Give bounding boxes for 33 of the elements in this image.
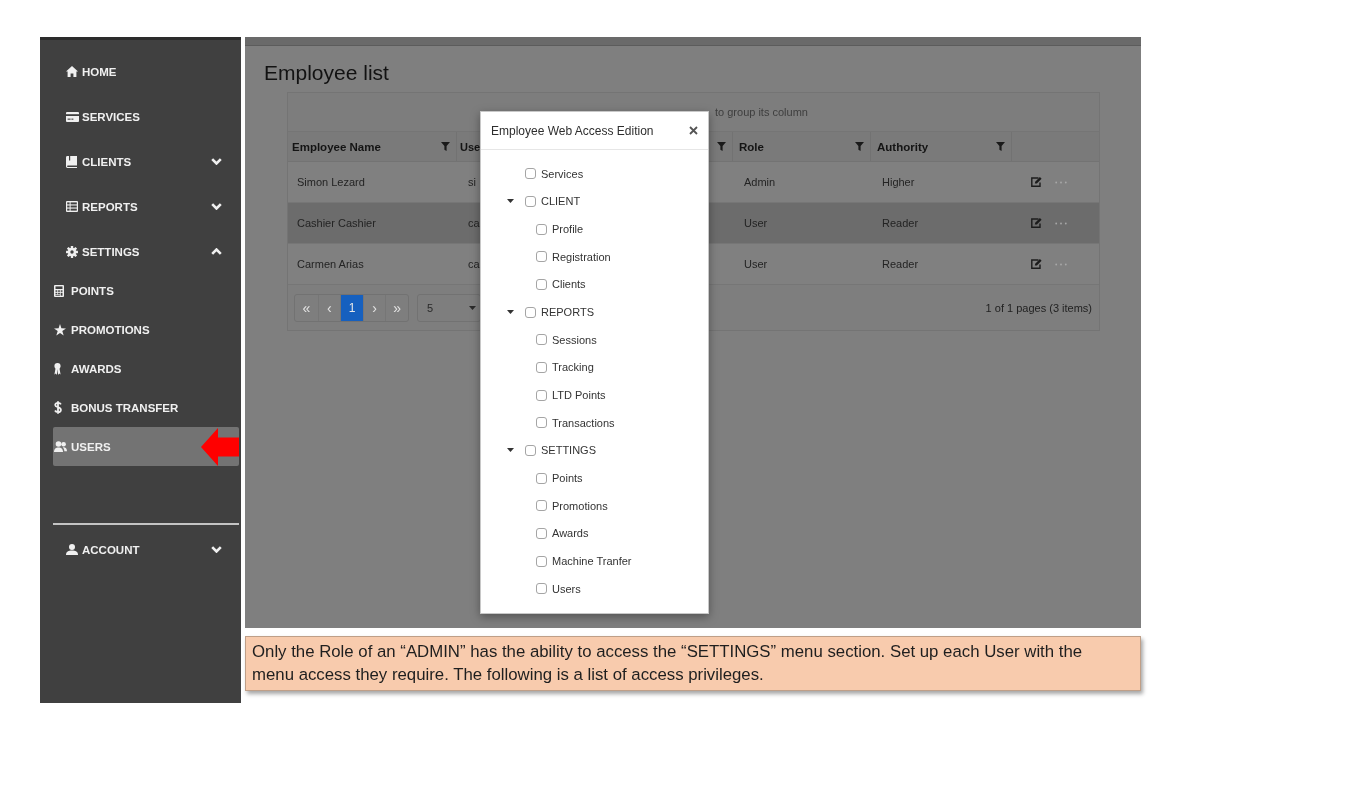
instruction-note: Only the Role of an “ADMIN” has the ability to access the “SETTINGS” menu section. Set up each User with the menu access they require. The following is a list of access privileges. bbox=[245, 636, 1141, 691]
role-text: Admin bbox=[744, 176, 776, 188]
employee-name-text: Simon Lezard bbox=[297, 176, 365, 188]
truncated-text: ca bbox=[468, 258, 480, 270]
role-text: User bbox=[744, 258, 768, 270]
checkbox-label: Machine Tranfer bbox=[552, 555, 632, 567]
dialog-title: Employee Web Access Edition bbox=[491, 123, 654, 138]
pager-summary: 1 of 1 pages (3 items) bbox=[985, 301, 1092, 314]
employee-name-text: Carmen Arias bbox=[297, 258, 364, 270]
checkbox-label: LTD Points bbox=[552, 389, 606, 402]
checkbox-label: Awards bbox=[552, 527, 589, 540]
checkbox-label: Registration bbox=[552, 250, 611, 263]
checkbox-label: Promotions bbox=[552, 499, 608, 512]
employee-name-text: Cashier Cashier bbox=[297, 217, 376, 229]
checkbox-label: Clients bbox=[552, 278, 586, 291]
checkbox-label: Points bbox=[552, 472, 583, 485]
checkbox-label: Transactions bbox=[552, 416, 615, 429]
checkbox-label: REPORTS bbox=[541, 306, 594, 319]
checkbox-label: CLIENT bbox=[541, 195, 581, 208]
checkbox-label: Profile bbox=[552, 223, 584, 236]
checkbox-label: Sessions bbox=[552, 333, 597, 346]
truncated-text: ca bbox=[468, 217, 480, 229]
role-text: User bbox=[744, 217, 768, 229]
truncated-text: si bbox=[468, 176, 476, 188]
page-title: Employee list bbox=[264, 60, 389, 86]
checkbox-label: Tracking bbox=[552, 361, 594, 374]
checkbox-label: Services bbox=[541, 167, 584, 180]
checkbox-label: Users bbox=[552, 582, 581, 595]
authority-text: Higher bbox=[882, 176, 915, 188]
checkbox-label: SETTINGS bbox=[541, 444, 596, 457]
authority-text: Reader bbox=[882, 217, 919, 229]
group-hint: to group its column bbox=[715, 106, 808, 118]
authority-text: Reader bbox=[882, 258, 919, 270]
